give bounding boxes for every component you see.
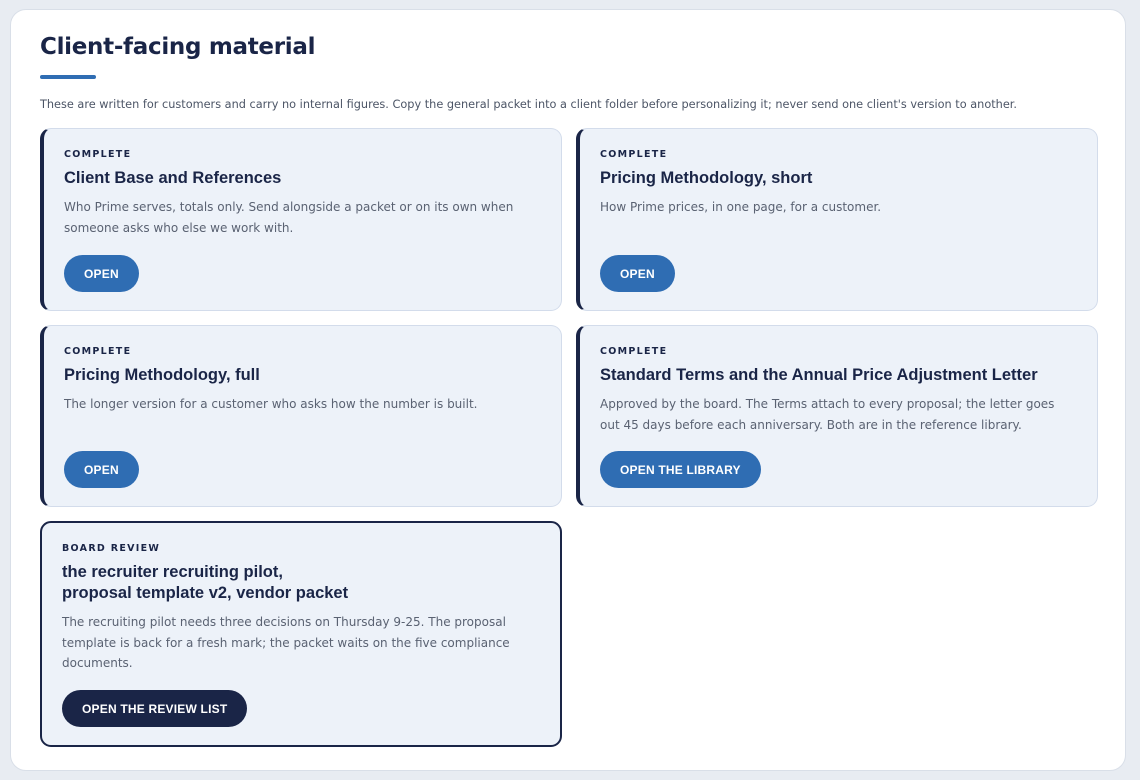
card-pricing-short: COMPLETE Pricing Methodology, short How … bbox=[576, 128, 1098, 311]
card-title: Client Base and References bbox=[64, 169, 282, 187]
card-title-line-1: the recruiter recruiting pilot, bbox=[62, 563, 283, 581]
card-description: Approved by the board. The Terms attach … bbox=[600, 397, 1055, 432]
card-title: the recruiter recruiting pilot, proposal… bbox=[62, 562, 540, 604]
open-library-button[interactable]: OPEN THE LIBRARY bbox=[600, 451, 761, 488]
card-description: Who Prime serves, totals only. Send alon… bbox=[64, 200, 514, 235]
card-board-review: BOARD REVIEW the recruiter recruiting pi… bbox=[40, 521, 562, 747]
card-title: Pricing Methodology, short bbox=[600, 169, 813, 187]
card-description: The longer version for a customer who as… bbox=[64, 397, 478, 411]
status-badge: BOARD REVIEW bbox=[62, 543, 161, 554]
intro-text: These are written for customers and carr… bbox=[40, 98, 1017, 111]
page-title: Client-facing material bbox=[40, 34, 316, 60]
open-button[interactable]: OPEN bbox=[64, 255, 139, 292]
title-underline bbox=[40, 75, 96, 79]
card-standard-terms: COMPLETE Standard Terms and the Annual P… bbox=[576, 325, 1098, 507]
client-material-panel: Client-facing material These are written… bbox=[10, 9, 1126, 771]
card-pricing-full: COMPLETE Pricing Methodology, full The l… bbox=[40, 325, 562, 507]
status-badge: COMPLETE bbox=[64, 346, 132, 357]
card-description: How Prime prices, in one page, for a cus… bbox=[600, 200, 882, 214]
status-badge: COMPLETE bbox=[600, 149, 668, 160]
status-badge: COMPLETE bbox=[64, 149, 132, 160]
card-description: The recruiting pilot needs three decisio… bbox=[62, 615, 510, 670]
open-review-list-button[interactable]: OPEN THE REVIEW LIST bbox=[62, 690, 248, 727]
card-title: Standard Terms and the Annual Price Adju… bbox=[600, 366, 1038, 384]
open-button[interactable]: OPEN bbox=[600, 255, 675, 292]
card-title-line-2: proposal template v2, vendor packet bbox=[62, 584, 349, 602]
card-client-base: COMPLETE Client Base and References Who … bbox=[40, 128, 562, 311]
open-button[interactable]: OPEN bbox=[64, 451, 139, 488]
status-badge: COMPLETE bbox=[600, 346, 668, 357]
card-title: Pricing Methodology, full bbox=[64, 366, 260, 384]
